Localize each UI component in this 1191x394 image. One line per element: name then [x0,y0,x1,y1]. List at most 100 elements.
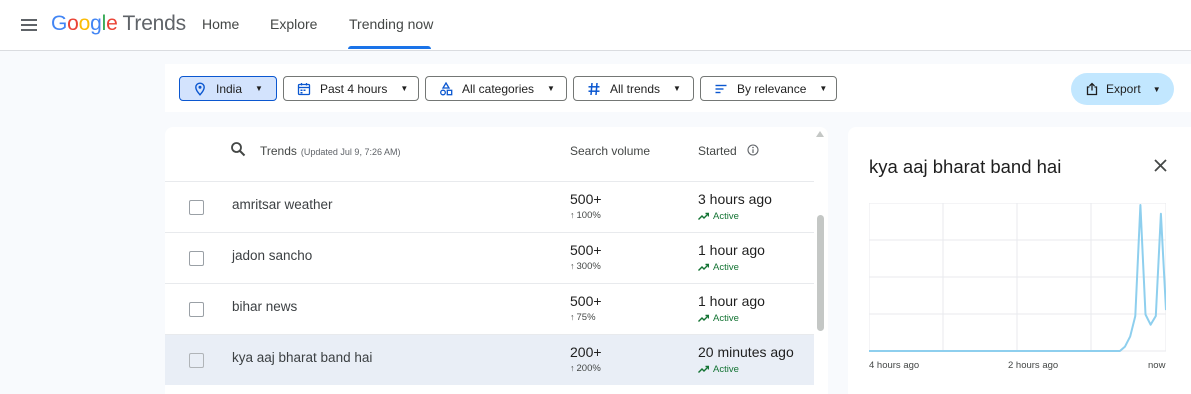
nav-tab-explore[interactable]: Explore [270,16,317,32]
nav-tab-home[interactable]: Home [202,16,239,32]
arrow-up-icon: ↑ [570,363,575,373]
trend-type-filter-chip[interactable]: All trends ▼ [573,76,694,101]
nav-tab-trending-now[interactable]: Trending now [349,16,433,32]
category-filter-chip[interactable]: All categories ▼ [425,76,567,101]
trend-term: amritsar weather [232,197,333,212]
row-checkbox[interactable] [189,251,204,266]
trend-detail-panel: kya aaj bharat band hai 4 hours ago 2 ho… [848,127,1191,394]
trend-term: bihar news [232,299,298,314]
filter-bar: India ▼ Past 4 hours ▼ All categories ▼ … [165,64,1191,112]
time-filter-label: Past 4 hours [320,81,388,96]
sort-filter-label: By relevance [737,81,807,96]
arrow-up-icon: ↑ [570,261,575,271]
share-icon [1086,82,1098,96]
logo-letter: e [106,12,118,35]
started-time: 1 hour ago [698,293,765,309]
logo-letter: G [51,12,68,35]
logo-letter: g [90,12,102,35]
x-axis-tick-label: 2 hours ago [1008,360,1059,371]
dropdown-arrow-icon: ▼ [255,84,263,93]
volume-change: ↑ 100% [570,210,601,221]
dropdown-arrow-icon: ▼ [1152,84,1161,94]
arrow-up-icon: ↑ [570,312,575,322]
export-button-label: Export [1106,82,1141,96]
arrow-up-icon: ↑ [570,210,575,220]
logo-letter: o [78,12,91,35]
scroll-up-arrow-icon[interactable] [816,131,824,137]
logo-trends-text: Trends [122,12,187,35]
updated-timestamp: (Updated Jul 9, 7:26 AM) [300,147,401,157]
table-row-selected[interactable]: kya aaj bharat band hai 200+ ↑ 200% 20 mi… [165,334,814,385]
top-app-bar: Google Trends Home Explore Trending now [0,0,1191,51]
trends-header-label: Trends [260,144,297,158]
trending-up-icon [698,212,709,220]
x-axis-tick-label: 4 hours ago [869,360,920,371]
volume-change-value: 300% [576,261,601,272]
volume-change: ↑ 75% [570,312,596,323]
trend-line-chart [869,203,1166,352]
row-checkbox[interactable] [189,200,204,215]
row-checkbox[interactable] [189,353,204,368]
sort-filter-chip[interactable]: By relevance ▼ [700,76,837,101]
scrollbar-thumb[interactable] [817,215,824,331]
category-filter-label: All categories [462,81,535,96]
table-header: Trends (Updated Jul 9, 7:26 AM) Search vo… [165,127,814,171]
status-badge: Active [698,313,739,324]
trending-up-icon [698,314,709,322]
volume-change: ↑ 200% [570,363,601,374]
search-volume: 500+ [570,191,602,207]
started-time: 20 minutes ago [698,344,794,360]
started-time: 3 hours ago [698,191,772,207]
status-badge: Active [698,211,739,222]
hashtag-icon [588,82,600,95]
geo-filter-chip[interactable]: India ▼ [179,76,277,101]
started-column-header[interactable]: Started [698,144,737,158]
detail-title: kya aaj bharat band hai [869,156,1062,177]
search-volume: 500+ [570,293,602,309]
trending-up-icon [698,263,709,271]
info-icon[interactable] [747,144,759,156]
search-volume: 500+ [570,242,602,258]
trend-type-filter-label: All trends [610,81,661,96]
trends-table: Trends (Updated Jul 9, 7:26 AM) Search vo… [165,127,828,394]
trending-up-icon [698,365,709,373]
started-time: 1 hour ago [698,242,765,258]
table-row[interactable]: bihar news 500+ ↑ 75% 1 hour ago Active [165,283,814,334]
dropdown-arrow-icon: ▼ [819,84,828,93]
dropdown-arrow-icon: ▼ [400,84,409,93]
status-badge: Active [698,364,739,375]
google-trends-logo[interactable]: Google Trends [51,12,186,36]
calendar-icon [297,82,311,95]
volume-change-value: 200% [576,363,601,374]
table-row[interactable]: jadon sancho 500+ ↑ 300% 1 hour ago Activ… [165,232,814,283]
status-label: Active [713,262,739,273]
close-icon[interactable] [1153,158,1168,173]
status-label: Active [713,364,739,375]
location-pin-icon [195,81,205,96]
status-label: Active [713,211,739,222]
volume-change: ↑ 300% [570,261,601,272]
geo-filter-label: India [216,81,243,96]
volume-change-value: 75% [576,312,596,323]
volume-change-value: 100% [576,210,601,221]
trend-term: jadon sancho [232,248,313,263]
active-tab-indicator [348,46,431,49]
logo-letter: o [67,12,79,35]
sort-icon [715,84,727,93]
export-button[interactable]: Export ▼ [1071,73,1174,105]
status-label: Active [713,313,739,324]
dropdown-arrow-icon: ▼ [673,84,681,93]
search-icon[interactable] [230,141,246,157]
trend-term: kya aaj bharat band hai [232,350,373,365]
status-badge: Active [698,262,739,273]
search-volume: 200+ [570,344,602,360]
table-row[interactable]: amritsar weather 500+ ↑ 100% 3 hours ago … [165,181,814,232]
x-axis-tick-label: now [1148,360,1166,371]
trends-column-header: Trends (Updated Jul 9, 7:26 AM) [260,144,400,158]
hamburger-menu-icon[interactable] [18,14,40,36]
dropdown-arrow-icon: ▼ [547,84,555,93]
categories-icon [440,81,453,95]
time-filter-chip[interactable]: Past 4 hours ▼ [283,76,419,101]
search-volume-column-header[interactable]: Search volume [570,144,650,158]
row-checkbox[interactable] [189,302,204,317]
